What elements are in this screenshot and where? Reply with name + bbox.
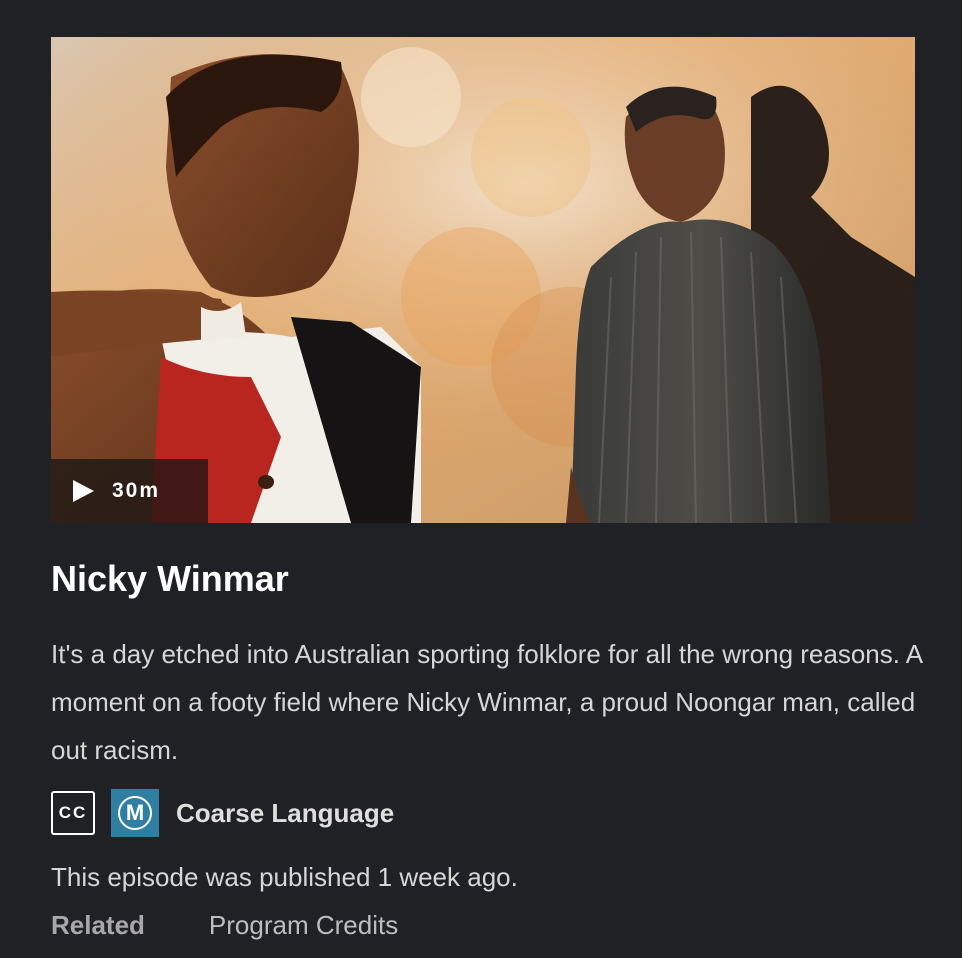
episode-tabs: Related Program Credits	[51, 906, 398, 944]
published-info: This episode was published 1 week ago.	[51, 862, 518, 892]
m-rating-label: M	[118, 796, 152, 830]
episode-thumbnail[interactable]: 30m	[51, 37, 915, 523]
consumer-advice: Coarse Language	[176, 797, 395, 828]
tab-related[interactable]: Related	[51, 906, 145, 944]
tab-program-credits[interactable]: Program Credits	[209, 906, 398, 944]
classification-row: CC M Coarse Language	[51, 789, 394, 837]
play-icon	[73, 480, 94, 502]
episode-description: It's a day etched into Australian sporti…	[51, 639, 922, 765]
m-rating-icon: M	[111, 789, 159, 837]
closed-captions-icon: CC	[51, 791, 95, 835]
episode-page: 30m Nicky Winmar It's a day etched into …	[0, 0, 962, 958]
episode-title: Nicky Winmar	[51, 558, 289, 599]
duration-label: 30m	[112, 479, 161, 502]
duration-badge[interactable]: 30m	[51, 459, 208, 523]
episode-image	[51, 37, 915, 523]
